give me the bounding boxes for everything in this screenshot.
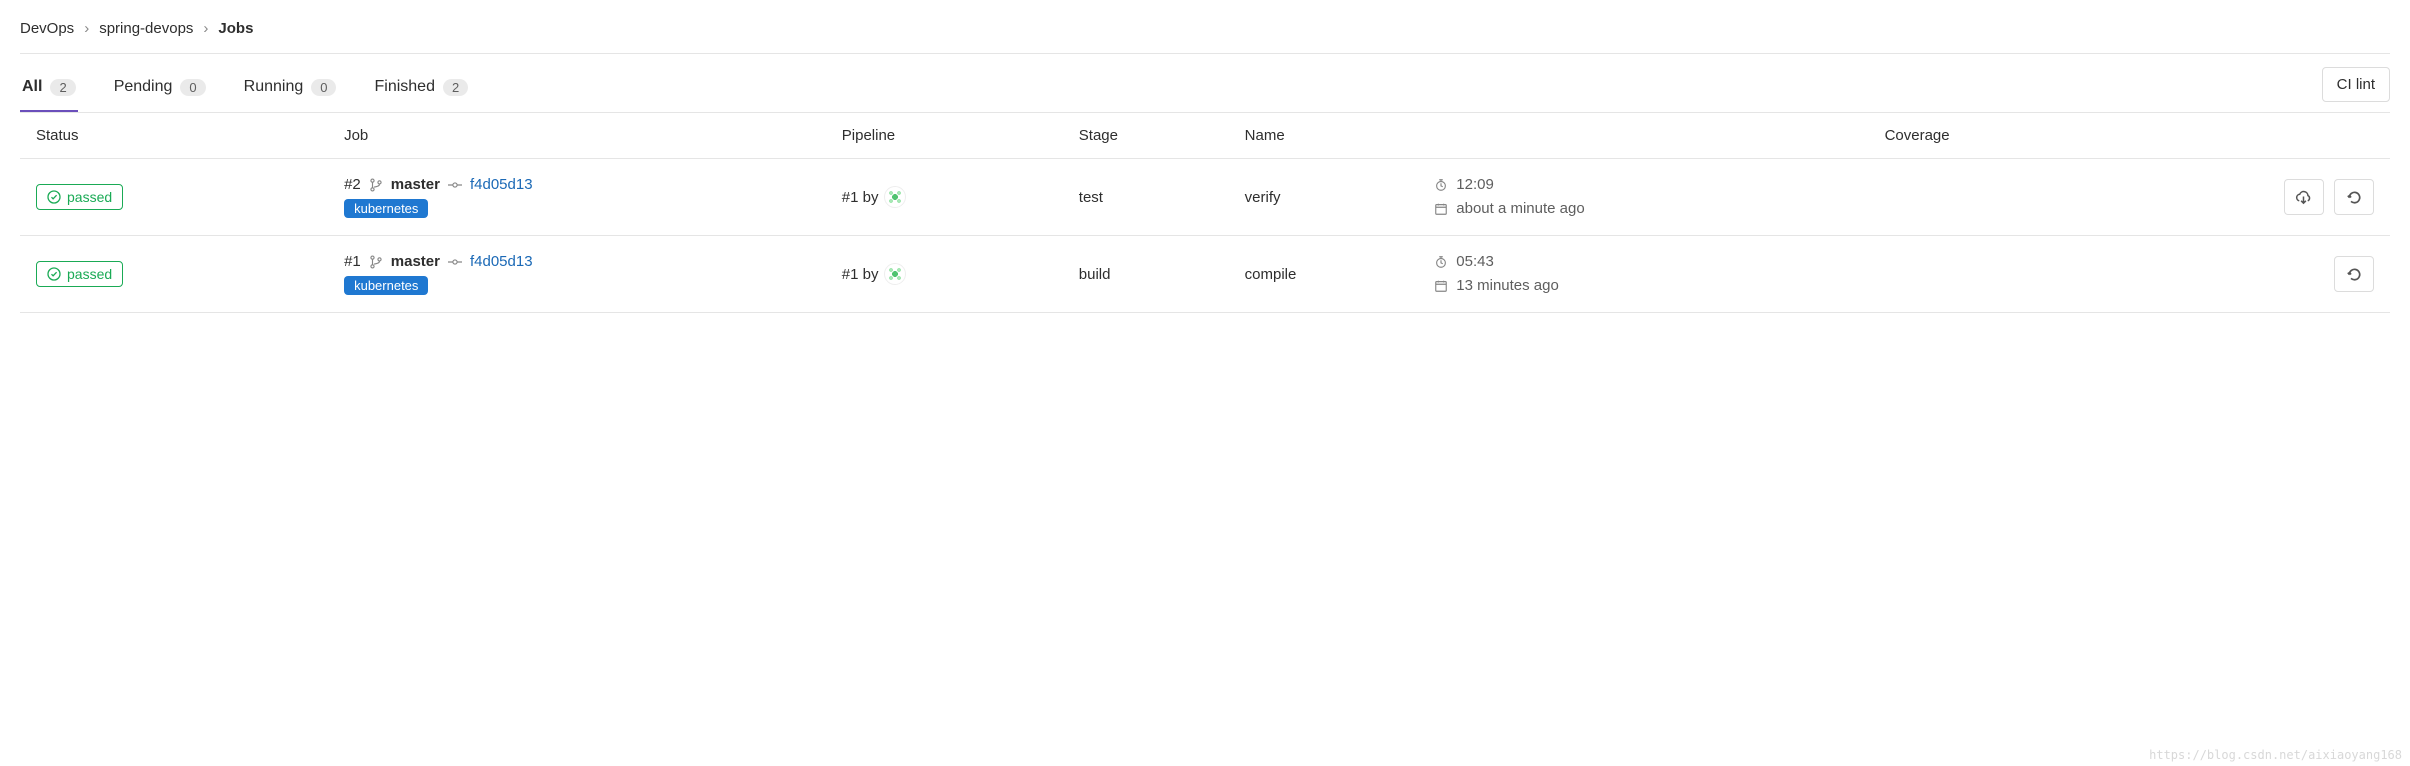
col-name: Name: [1229, 113, 1419, 159]
tab-all[interactable]: All 2: [20, 64, 78, 112]
retry-button[interactable]: [2334, 256, 2374, 292]
coverage-cell: [1869, 159, 2201, 236]
tab-label: Running: [244, 78, 304, 96]
commit-sha[interactable]: f4d05d13: [470, 176, 533, 193]
tab-label: All: [22, 78, 42, 96]
col-coverage: Coverage: [1869, 113, 2201, 159]
pipeline-cell: #1 by: [842, 186, 1047, 208]
col-pipeline: Pipeline: [826, 113, 1063, 159]
table-row: passed #1 master f4d05d13 kubernetes #1 …: [20, 236, 2390, 313]
calendar-icon: [1434, 279, 1448, 293]
breadcrumb-separator: ›: [203, 20, 208, 37]
pipeline-number[interactable]: #1 by: [842, 266, 879, 283]
timer-icon: [1434, 178, 1448, 192]
col-actions: [2200, 113, 2390, 159]
branch-name[interactable]: master: [391, 176, 440, 193]
pipeline-cell: #1 by: [842, 263, 1047, 285]
name-cell: verify: [1229, 159, 1419, 236]
finished-text: 13 minutes ago: [1456, 274, 1559, 298]
tab-finished[interactable]: Finished 2: [372, 64, 470, 112]
jobs-table: Status Job Pipeline Stage Name Coverage …: [20, 113, 2390, 312]
runner-tag[interactable]: kubernetes: [344, 276, 428, 295]
breadcrumb-root[interactable]: DevOps: [20, 20, 74, 37]
status-badge-passed[interactable]: passed: [36, 184, 123, 210]
tab-count-badge: 2: [443, 79, 468, 96]
finished-text: about a minute ago: [1456, 197, 1584, 221]
breadcrumb: DevOps › spring-devops › Jobs: [20, 20, 2390, 54]
tab-pending[interactable]: Pending 0: [112, 64, 208, 112]
commit-sha[interactable]: f4d05d13: [470, 253, 533, 270]
duration-text: 05:43: [1456, 250, 1494, 274]
col-stage: Stage: [1063, 113, 1229, 159]
tab-count-badge: 0: [311, 79, 336, 96]
status-label: passed: [67, 189, 112, 205]
avatar-icon[interactable]: [884, 263, 906, 285]
breadcrumb-project[interactable]: spring-devops: [99, 20, 193, 37]
stage-cell: test: [1063, 159, 1229, 236]
watermark-text: https://blog.csdn.net/aixiaoyang168: [2149, 748, 2402, 762]
name-cell: compile: [1229, 236, 1419, 313]
retry-icon: [2346, 189, 2363, 206]
col-status: Status: [20, 113, 328, 159]
retry-icon: [2346, 266, 2363, 283]
tab-label: Pending: [114, 78, 173, 96]
stage-cell: build: [1063, 236, 1229, 313]
status-label: passed: [67, 266, 112, 282]
coverage-cell: [1869, 236, 2201, 313]
tabs: All 2 Pending 0 Running 0 Finished 2: [20, 64, 470, 112]
runner-tag[interactable]: kubernetes: [344, 199, 428, 218]
table-header-row: Status Job Pipeline Stage Name Coverage: [20, 113, 2390, 159]
tab-running[interactable]: Running 0: [242, 64, 339, 112]
branch-name[interactable]: master: [391, 253, 440, 270]
avatar-icon[interactable]: [884, 186, 906, 208]
check-circle-icon: [47, 190, 61, 204]
check-circle-icon: [47, 267, 61, 281]
download-artifacts-button[interactable]: [2284, 179, 2324, 215]
timer-icon: [1434, 255, 1448, 269]
retry-button[interactable]: [2334, 179, 2374, 215]
cloud-download-icon: [2295, 189, 2312, 206]
branch-icon: [369, 255, 383, 269]
breadcrumb-separator: ›: [84, 20, 89, 37]
col-timing: [1418, 113, 1868, 159]
tabs-row: All 2 Pending 0 Running 0 Finished 2 CI …: [20, 64, 2390, 113]
job-number[interactable]: #2: [344, 176, 361, 193]
pipeline-number[interactable]: #1 by: [842, 189, 879, 206]
table-row: passed #2 master f4d05d13 kubernetes #1 …: [20, 159, 2390, 236]
calendar-icon: [1434, 202, 1448, 216]
tab-count-badge: 0: [180, 79, 205, 96]
commit-icon: [448, 178, 462, 192]
tab-count-badge: 2: [50, 79, 75, 96]
job-number[interactable]: #1: [344, 253, 361, 270]
branch-icon: [369, 178, 383, 192]
breadcrumb-current: Jobs: [218, 20, 253, 37]
col-job: Job: [328, 113, 826, 159]
duration-text: 12:09: [1456, 173, 1494, 197]
ci-lint-button[interactable]: CI lint: [2322, 67, 2390, 102]
tab-label: Finished: [374, 78, 434, 96]
status-badge-passed[interactable]: passed: [36, 261, 123, 287]
commit-icon: [448, 255, 462, 269]
